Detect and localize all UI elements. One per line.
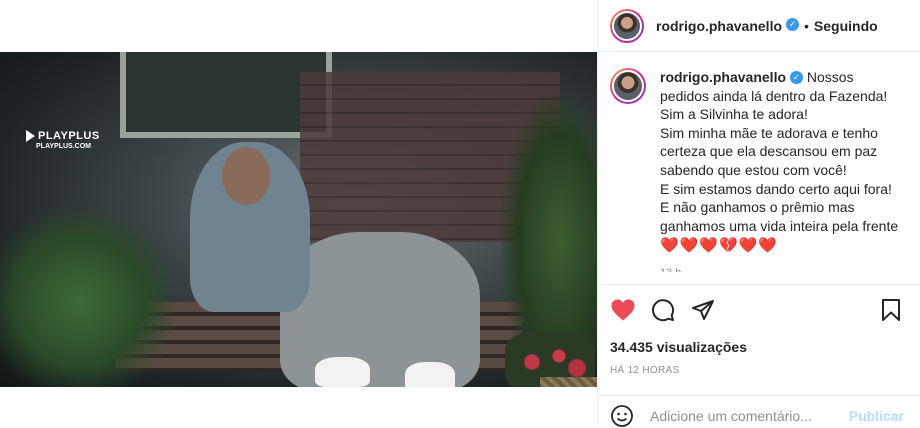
caption-timestamp-partial: 13 h bbox=[660, 264, 905, 272]
username-link[interactable]: rodrigo.phavanello bbox=[656, 18, 782, 34]
caption-username-link[interactable]: rodrigo.phavanello bbox=[660, 69, 786, 85]
playplus-brand: PLAYPLUS bbox=[26, 130, 100, 142]
play-logo-icon bbox=[26, 130, 35, 142]
following-button[interactable]: Seguindo bbox=[814, 18, 878, 34]
post-header: rodrigo.phavanello ✓ • Seguindo bbox=[598, 0, 920, 52]
avatar-image bbox=[612, 10, 642, 41]
avatar[interactable] bbox=[610, 8, 644, 43]
watermark-brand: PLAYPLUS bbox=[38, 130, 100, 142]
caption-text: rodrigo.phavanello ✓ Nossos pedidos ainda… bbox=[660, 68, 905, 284]
playplus-watermark: PLAYPLUS PLAYPLUS.COM bbox=[26, 130, 100, 150]
caption-line: Sim minha mãe te adorava e tenho certeza… bbox=[660, 124, 878, 178]
video-player[interactable]: PLAYPLUS PLAYPLUS.COM bbox=[0, 52, 597, 387]
caption-emojis: ❤️❤️❤️💔❤️❤️ bbox=[660, 237, 779, 255]
video-scene-head bbox=[222, 147, 270, 205]
heart-filled-icon[interactable] bbox=[610, 297, 636, 323]
action-bar: 34.435 visualizações HÁ 12 HORAS bbox=[598, 284, 920, 376]
share-icon[interactable] bbox=[690, 297, 716, 323]
post-sidebar: rodrigo.phavanello ✓ • Seguindo rodrigo.… bbox=[597, 0, 920, 427]
video-scene-shoe bbox=[405, 362, 455, 387]
caption-line: E não ganhamos o prêmio mas ganhamos uma… bbox=[660, 199, 899, 234]
views-count[interactable]: 34.435 visualizações bbox=[610, 339, 904, 355]
caption-line: Sim a Silvinha te adora! bbox=[660, 106, 808, 123]
verified-badge-icon: ✓ bbox=[790, 70, 804, 84]
header-names: rodrigo.phavanello ✓ • Seguindo bbox=[656, 18, 878, 34]
publish-button[interactable]: Publicar bbox=[849, 408, 904, 424]
avatar-image bbox=[612, 70, 644, 102]
video-scene-basket bbox=[540, 377, 597, 387]
caption: rodrigo.phavanello ✓ Nossos pedidos ainda… bbox=[598, 52, 920, 284]
post-media: PLAYPLUS PLAYPLUS.COM bbox=[0, 0, 597, 423]
action-icons bbox=[610, 297, 904, 323]
video-scene-plant bbox=[0, 202, 180, 387]
caption-avatar[interactable] bbox=[610, 68, 646, 104]
comment-box: Publicar bbox=[598, 395, 920, 427]
comment-icon[interactable] bbox=[650, 297, 676, 323]
caption-line: E sim estamos dando certo aqui fora! bbox=[660, 180, 892, 197]
video-scene-shoe bbox=[315, 357, 370, 387]
watermark-url: PLAYPLUS.COM bbox=[36, 143, 91, 150]
separator-dot: • bbox=[804, 17, 809, 34]
comment-input[interactable] bbox=[648, 406, 842, 425]
video-scene-person-legs bbox=[280, 232, 480, 387]
post-timestamp[interactable]: HÁ 12 HORAS bbox=[610, 365, 904, 376]
verified-badge-icon: ✓ bbox=[786, 18, 800, 31]
bookmark-icon[interactable] bbox=[878, 297, 904, 323]
emoji-icon[interactable] bbox=[610, 404, 634, 428]
